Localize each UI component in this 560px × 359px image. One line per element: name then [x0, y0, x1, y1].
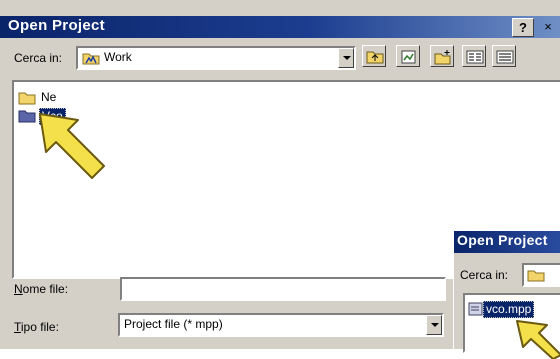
pointer-arrow-icon	[39, 113, 105, 179]
folder-icon	[82, 53, 100, 65]
pointer-arrow-icon	[516, 320, 560, 359]
look-in-combo[interactable]: Work	[76, 46, 356, 70]
folder-icon	[527, 270, 545, 282]
list-view-icon	[466, 50, 484, 64]
dialog-title: Open Project	[8, 17, 105, 34]
details-view-button[interactable]	[492, 45, 516, 67]
up-one-level-button[interactable]	[362, 45, 386, 67]
filename-label: Nome file:	[14, 282, 69, 296]
favorites-icon	[401, 50, 416, 64]
details-view-icon	[496, 50, 514, 64]
title-bar: Open Project ? ×	[0, 16, 560, 38]
filename-input[interactable]	[120, 277, 446, 301]
open-project-dialog-inset: Open Project Cerca in: vco.mpp	[453, 231, 560, 359]
look-in-label: Cerca in:	[460, 268, 509, 282]
look-in-label: Cerca in:	[14, 51, 63, 65]
look-in-value: Work	[104, 50, 132, 64]
help-button[interactable]: ?	[512, 18, 534, 37]
title-bar: Open Project	[454, 231, 560, 253]
filetype-value: Project file (* mpp)	[124, 317, 223, 331]
folder-icon	[18, 92, 36, 105]
file-name: vco.mpp	[483, 301, 535, 318]
filetype-label: Tipo file:	[14, 320, 59, 334]
folder-icon	[18, 110, 36, 123]
filetype-combo[interactable]: Project file (* mpp)	[118, 313, 444, 337]
look-in-favorites-button[interactable]	[396, 45, 420, 67]
new-folder-icon	[434, 50, 451, 65]
filetype-dropdown-button[interactable]	[426, 315, 442, 335]
look-in-dropdown-button[interactable]	[338, 48, 354, 68]
create-new-folder-button[interactable]	[430, 45, 454, 67]
look-in-combo[interactable]	[522, 263, 560, 287]
file-list[interactable]: vco.mpp	[463, 293, 560, 359]
close-button[interactable]: ×	[536, 18, 560, 35]
folder-up-icon	[366, 51, 384, 64]
open-project-dialog: Open Project ? × Cerca in: Work Ne Nome …	[0, 0, 560, 359]
list-view-button[interactable]	[462, 45, 486, 67]
file-name: Ne	[41, 90, 57, 104]
dialog-title: Open Project	[457, 232, 548, 248]
